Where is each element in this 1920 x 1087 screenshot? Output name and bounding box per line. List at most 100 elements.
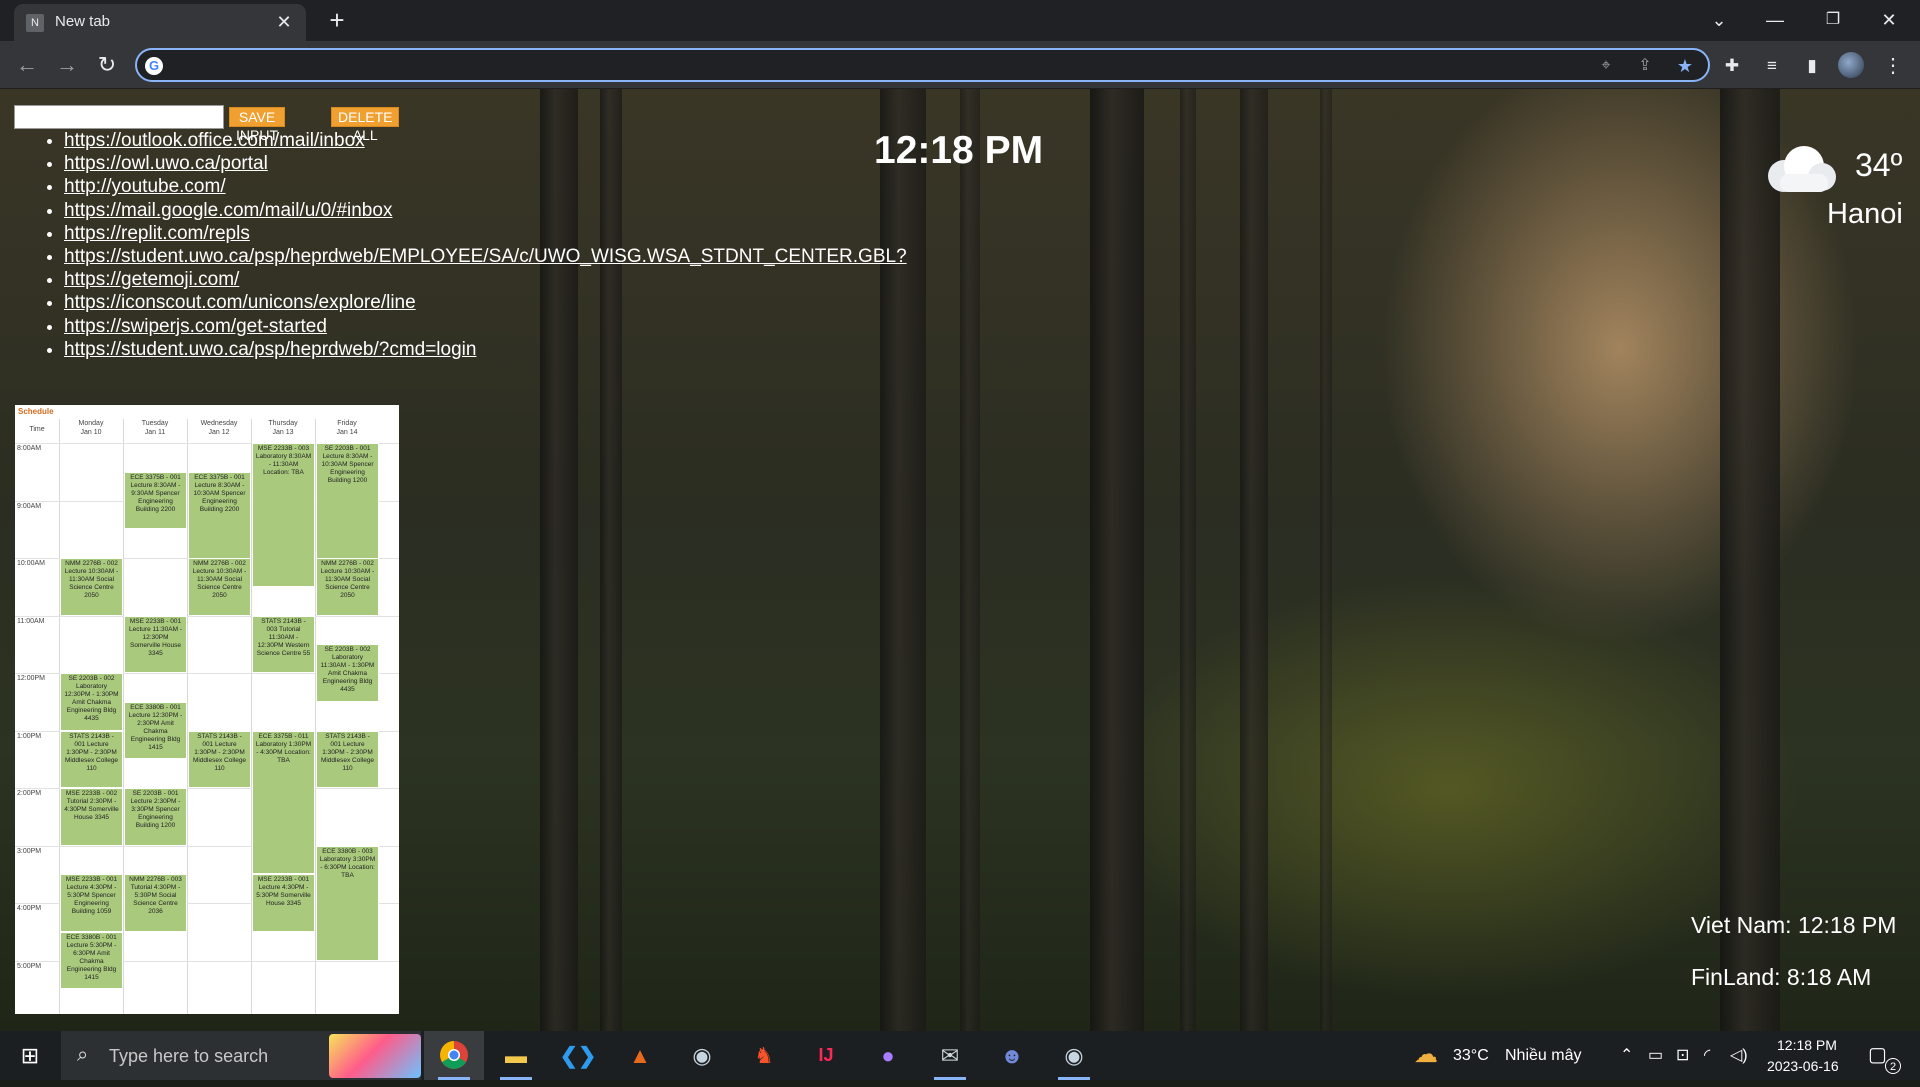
- side-panel-icon[interactable]: ▮: [1799, 53, 1825, 79]
- saved-links-list: https://outlook.office.com/mail/inbox ht…: [64, 129, 907, 361]
- schedule-day-name: Monday: [78, 420, 104, 427]
- saved-link[interactable]: https://mail.google.com/mail/u/0/#inbox: [64, 200, 392, 221]
- notification-icon[interactable]: ▢: [1868, 1042, 1887, 1067]
- close-tab-icon[interactable]: ✕: [272, 10, 296, 34]
- schedule-event: SE 2203B - 002 Laboratory 11:30AM - 1:30…: [316, 644, 379, 702]
- schedule-event: SE 2203B - 001 Lecture 2:30PM - 3:30PM S…: [124, 788, 187, 846]
- brave-icon[interactable]: ♞: [734, 1031, 794, 1080]
- network-icon[interactable]: ⊡: [1676, 1045, 1689, 1065]
- vscode-icon[interactable]: ❮❯: [548, 1031, 608, 1080]
- kebab-menu-icon[interactable]: ⋮: [1880, 53, 1906, 79]
- schedule-time-header: Time: [29, 426, 45, 433]
- schedule-event: NMM 2276B - 002 Lecture 10:30AM - 11:30A…: [316, 558, 379, 616]
- schedule-day-name: Friday: [337, 420, 357, 427]
- steam-icon[interactable]: ◉: [1044, 1031, 1104, 1080]
- new-tab-button[interactable]: +: [322, 6, 352, 36]
- schedule-day-date: Jan 14: [336, 429, 358, 436]
- saved-link[interactable]: https://student.uwo.ca/psp/heprdweb/EMPL…: [64, 246, 907, 267]
- wallpaper-trunk: [960, 89, 980, 1031]
- list-item: https://owl.uwo.ca/portal: [64, 152, 907, 175]
- bookmark-star-icon[interactable]: ★: [1674, 55, 1696, 77]
- media-queue-icon[interactable]: ≡: [1759, 53, 1785, 79]
- wallpaper-trunk: [1720, 89, 1780, 1031]
- schedule-event: ECE 3380B - 001 Lecture 12:30PM - 2:30PM…: [124, 701, 187, 760]
- chevron-up-icon[interactable]: ⌃: [1620, 1045, 1633, 1065]
- taskbar-weather-temp[interactable]: 33°C: [1453, 1031, 1489, 1080]
- tab-title: New tab: [55, 13, 111, 30]
- share-icon[interactable]: ⇪: [1634, 55, 1656, 77]
- wifi-icon[interactable]: ◜: [1704, 1045, 1710, 1065]
- mail-icon[interactable]: ✉: [920, 1031, 980, 1080]
- restore-button[interactable]: ❐: [1810, 0, 1856, 40]
- location-pin-icon[interactable]: ⌖: [1595, 55, 1617, 77]
- schedule-event: ECE 3380B - 001 Lecture 5:30PM - 6:30PM …: [60, 931, 123, 990]
- forward-button[interactable]: →: [51, 49, 83, 81]
- new-tab-page: SAVE INPUT DELETE ALL https://outlook.of…: [0, 89, 1920, 1031]
- schedule-time-label: 12:00PM: [17, 675, 46, 682]
- schedule-day-name: Tuesday: [141, 420, 169, 427]
- schedule-time-label: 1:00PM: [17, 732, 42, 740]
- class-schedule: Schedule Time Monday Jan 10 Tuesday Jan 11 W…: [15, 405, 399, 1014]
- saved-link[interactable]: https://swiperjs.com/get-started: [64, 316, 327, 337]
- github-icon[interactable]: ●: [858, 1031, 918, 1080]
- volume-icon[interactable]: ◁): [1730, 1045, 1748, 1065]
- file-explorer-icon[interactable]: ▬: [486, 1031, 546, 1080]
- reload-button[interactable]: ↻: [91, 49, 123, 81]
- schedule-day-header: Wednesday Jan 12: [187, 419, 251, 437]
- schedule-day-header: Thursday Jan 13: [251, 419, 315, 437]
- taskbar-date[interactable]: 2023-06-16: [1767, 1058, 1839, 1074]
- tab-favicon-icon: N: [26, 14, 44, 32]
- taskbar-time[interactable]: 12:18 PM: [1777, 1037, 1837, 1053]
- wallpaper-trunk: [1240, 89, 1268, 1031]
- schedule-event: ECE 3375B - 011 Laboratory 1:30PM - 4:30…: [252, 730, 315, 875]
- schedule-event: ECE 3380B - 003 Laboratory 3:30PM - 6:30…: [316, 845, 379, 961]
- matlab-icon[interactable]: ▲: [610, 1031, 670, 1080]
- schedule-day-date: Jan 13: [272, 429, 294, 436]
- saved-link[interactable]: https://owl.uwo.ca/portal: [64, 153, 268, 174]
- search-placeholder: Type here to search: [109, 1046, 269, 1066]
- address-input[interactable]: [173, 54, 1573, 78]
- schedule-time-label: 3:00PM: [17, 847, 42, 855]
- saved-link[interactable]: https://replit.com/repls: [64, 223, 250, 244]
- schedule-event: NMM 2276B - 003 Tutorial 4:30PM - 5:30PM…: [124, 874, 187, 932]
- save-input-button[interactable]: SAVE INPUT: [229, 107, 285, 143]
- minimize-button[interactable]: —: [1752, 0, 1798, 40]
- schedule-event: NMM 2276B - 002 Lecture 10:30AM - 11:30A…: [188, 558, 251, 616]
- schedule-title: Schedule: [18, 407, 54, 416]
- saved-link[interactable]: http://youtube.com/: [64, 176, 226, 197]
- schedule-day-date: Jan 10: [80, 429, 102, 436]
- saved-link[interactable]: https://getemoji.com/: [64, 269, 239, 290]
- wallpaper-trunk: [1180, 89, 1196, 1031]
- taskbar-search[interactable]: ⌕ Type here to search: [61, 1031, 421, 1080]
- wallpaper-trunk: [1320, 89, 1332, 1031]
- taskbar-weather-desc[interactable]: Nhiều mây: [1505, 1031, 1581, 1080]
- discord-icon[interactable]: ☻: [982, 1031, 1042, 1080]
- schedule-event: MSE 2233B - 001 Lecture 11:30AM - 12:30P…: [124, 615, 187, 673]
- link-input-field[interactable]: [14, 105, 224, 129]
- saved-link[interactable]: https://iconscout.com/unicons/explore/li…: [64, 292, 416, 313]
- saved-link[interactable]: https://outlook.office.com/mail/inbox: [64, 130, 365, 151]
- intellij-icon[interactable]: IJ: [796, 1031, 856, 1080]
- schedule-event: STATS 2143B - 003 Tutorial 11:30AM - 12:…: [252, 615, 315, 673]
- delete-all-button[interactable]: DELETE ALL: [331, 107, 400, 143]
- close-window-button[interactable]: ✕: [1866, 0, 1912, 40]
- schedule-event: NMM 2276B - 002 Lecture 10:30AM - 11:30A…: [60, 558, 123, 616]
- saved-link[interactable]: https://student.uwo.ca/psp/heprdweb/?cmd…: [64, 339, 476, 360]
- weather-cloud-icon[interactable]: ☁: [1414, 1040, 1438, 1069]
- extensions-puzzle-icon[interactable]: ✚: [1719, 53, 1745, 79]
- schedule-time-label: 4:00PM: [17, 905, 42, 912]
- list-item: https://replit.com/repls: [64, 222, 907, 245]
- tab-search-chevron-icon[interactable]: ⌄: [1696, 0, 1742, 40]
- schedule-time-label: 11:00AM: [17, 617, 45, 625]
- battery-icon[interactable]: ▭: [1648, 1045, 1663, 1065]
- back-button[interactable]: ←: [11, 49, 43, 81]
- profile-avatar[interactable]: [1838, 52, 1864, 78]
- chrome-icon[interactable]: [424, 1031, 484, 1080]
- list-item: https://outlook.office.com/mail/inbox: [64, 129, 907, 152]
- windows-start-icon[interactable]: ⊞: [0, 1031, 60, 1080]
- address-bar[interactable]: G ⌖ ⇪ ★: [135, 48, 1710, 82]
- tab-new-tab[interactable]: N New tab ✕: [14, 4, 306, 41]
- steam-icon[interactable]: ◉: [672, 1031, 732, 1080]
- list-item: https://mail.google.com/mail/u/0/#inbox: [64, 199, 907, 222]
- windows-taskbar: ⊞ ⌕ Type here to search ▬ ❮❯ ▲ ◉ ♞ IJ ● …: [0, 1031, 1920, 1080]
